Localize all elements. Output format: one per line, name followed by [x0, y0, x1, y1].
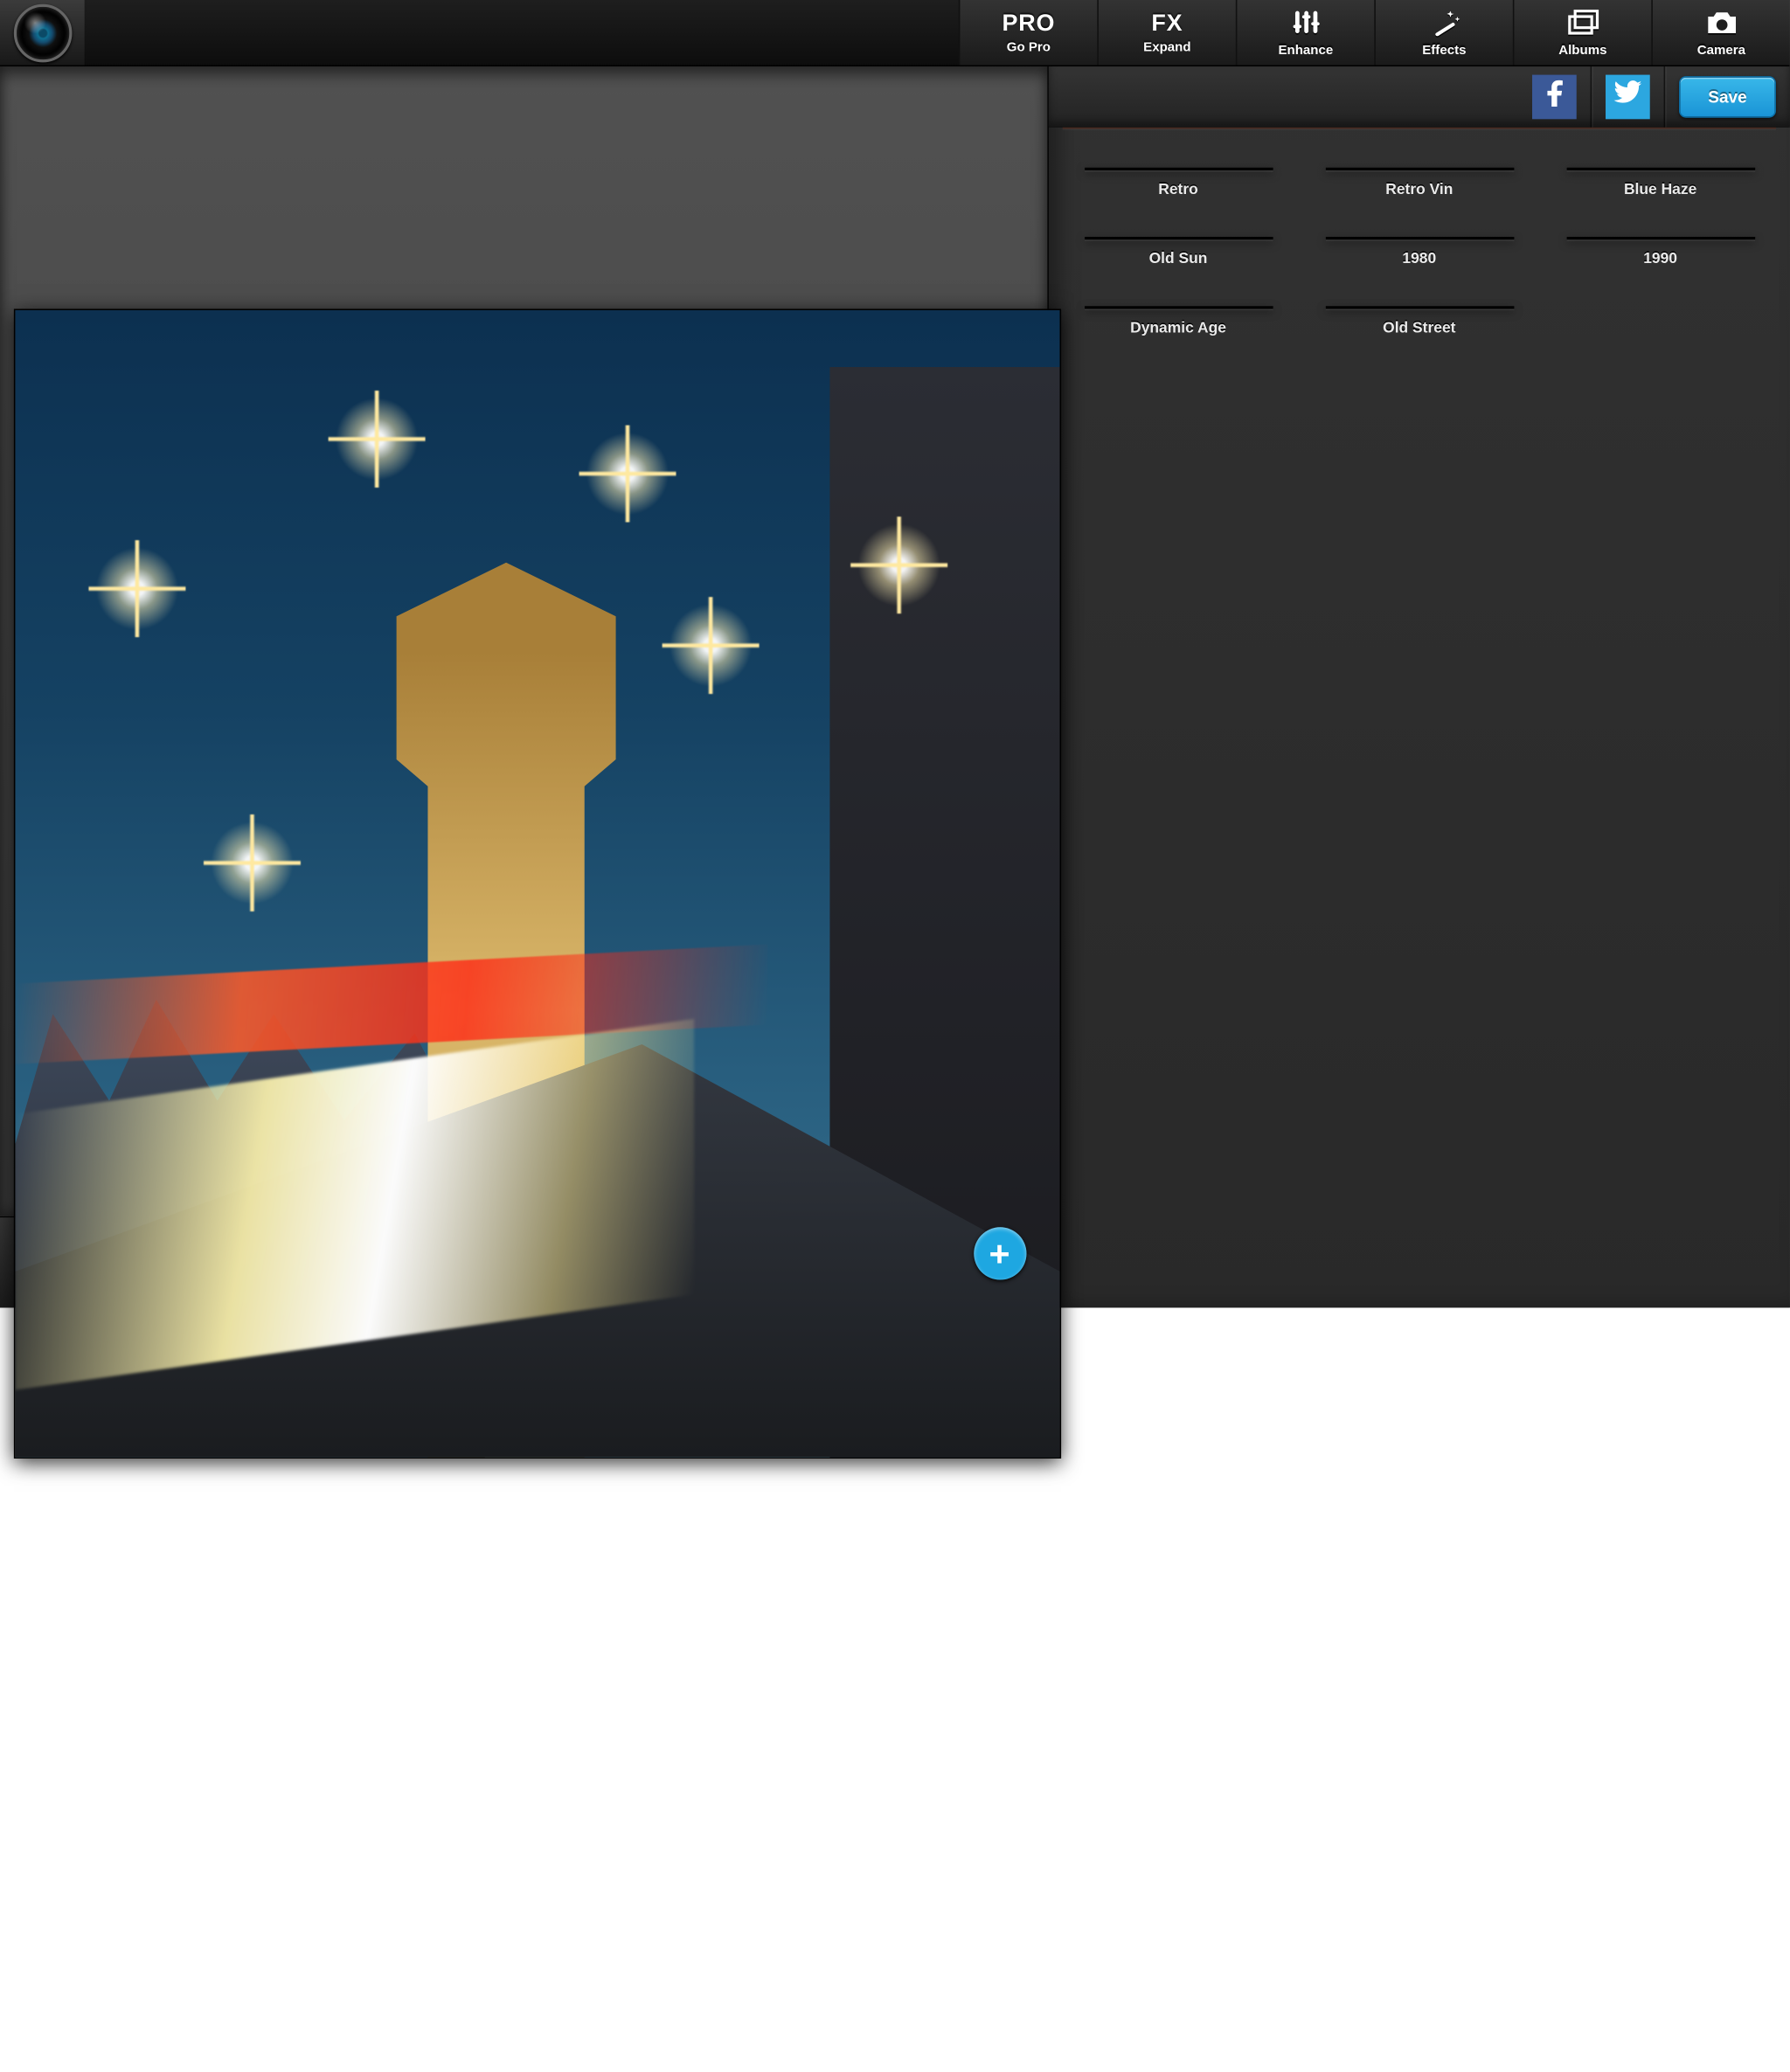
fx-sub: Expand — [1143, 40, 1190, 55]
nav-go-pro[interactable]: PRO Go Pro — [959, 0, 1098, 65]
filter-thumb — [1325, 306, 1514, 308]
twitter-icon — [1613, 80, 1641, 112]
effects-label: Effects — [1422, 42, 1466, 57]
left-pane: + Add — [0, 66, 1047, 1307]
filter-thumb — [1566, 237, 1755, 239]
nav-camera[interactable]: Camera — [1651, 0, 1790, 65]
filter-label: Old Sun — [1149, 251, 1208, 267]
facebook-icon — [1542, 79, 1567, 114]
filter-oldstreet[interactable]: Old Street — [1325, 306, 1514, 336]
camera-label: Camera — [1697, 42, 1745, 57]
pro-sub: Go Pro — [1007, 40, 1051, 55]
magic-wand-icon — [1427, 8, 1460, 39]
filter-1980[interactable]: 1980 — [1325, 237, 1514, 267]
fx-title: FX — [1151, 10, 1183, 38]
save-label: Save — [1708, 87, 1746, 106]
filter-thumb — [1325, 237, 1514, 239]
filter-thumb — [1566, 168, 1755, 170]
filter-retrovin[interactable]: Retro Vin — [1325, 168, 1514, 198]
save-button[interactable]: Save — [1679, 75, 1776, 117]
filter-thumb — [1084, 237, 1273, 239]
filter-thumb — [1084, 168, 1273, 170]
filter-label: Blue Haze — [1624, 182, 1696, 198]
filter-label: 1980 — [1402, 251, 1436, 267]
filter-label: Retro — [1158, 182, 1198, 198]
filter-bluehaze[interactable]: Blue Haze — [1566, 168, 1755, 198]
camera-icon — [1703, 8, 1739, 39]
filter-thumb — [1084, 306, 1273, 308]
app-root: PRO Go Pro FX Expand Enhance — [0, 0, 1790, 1307]
nav-effects[interactable]: Effects — [1374, 0, 1513, 65]
share-facebook[interactable] — [1532, 74, 1577, 119]
nav-albums[interactable]: Albums — [1513, 0, 1652, 65]
action-bar: Save — [1049, 66, 1790, 128]
albums-icon — [1565, 8, 1600, 39]
filter-1990[interactable]: 1990 — [1566, 237, 1755, 267]
albums-label: Albums — [1558, 42, 1606, 57]
nav-enhance[interactable]: Enhance — [1236, 0, 1375, 65]
nav-expand[interactable]: FX Expand — [1097, 0, 1236, 65]
panel-divider — [1063, 128, 1776, 129]
right-pane: Save Retro Retro Vin Blue Haze Old Sun 1980 1… — [1047, 66, 1790, 1307]
main-area: + Add Save — [0, 66, 1790, 1307]
sliders-icon — [1290, 8, 1321, 39]
toolbar-spacer — [86, 0, 959, 65]
pro-title: PRO — [1002, 10, 1055, 38]
share-twitter[interactable] — [1606, 74, 1650, 119]
filter-label: Retro Vin — [1385, 182, 1453, 198]
canvas-zone — [0, 66, 1047, 1216]
filter-retro[interactable]: Retro — [1084, 168, 1273, 198]
app-logo-lens[interactable] — [0, 0, 86, 65]
filters-grid: Retro Retro Vin Blue Haze Old Sun 1980 1990 Dy… — [1049, 140, 1790, 364]
filter-label: 1990 — [1643, 251, 1677, 267]
filter-oldsun[interactable]: Old Sun — [1084, 237, 1273, 267]
filter-label: Dynamic Age — [1130, 320, 1226, 336]
filter-thumb — [1325, 168, 1514, 170]
filter-label: Old Street — [1383, 320, 1455, 336]
filter-dynamic[interactable]: Dynamic Age — [1084, 306, 1273, 336]
image-preview[interactable] — [14, 308, 1061, 1459]
top-toolbar: PRO Go Pro FX Expand Enhance — [0, 0, 1790, 66]
enhance-label: Enhance — [1278, 42, 1333, 57]
plus-icon: + — [973, 1227, 1025, 1279]
